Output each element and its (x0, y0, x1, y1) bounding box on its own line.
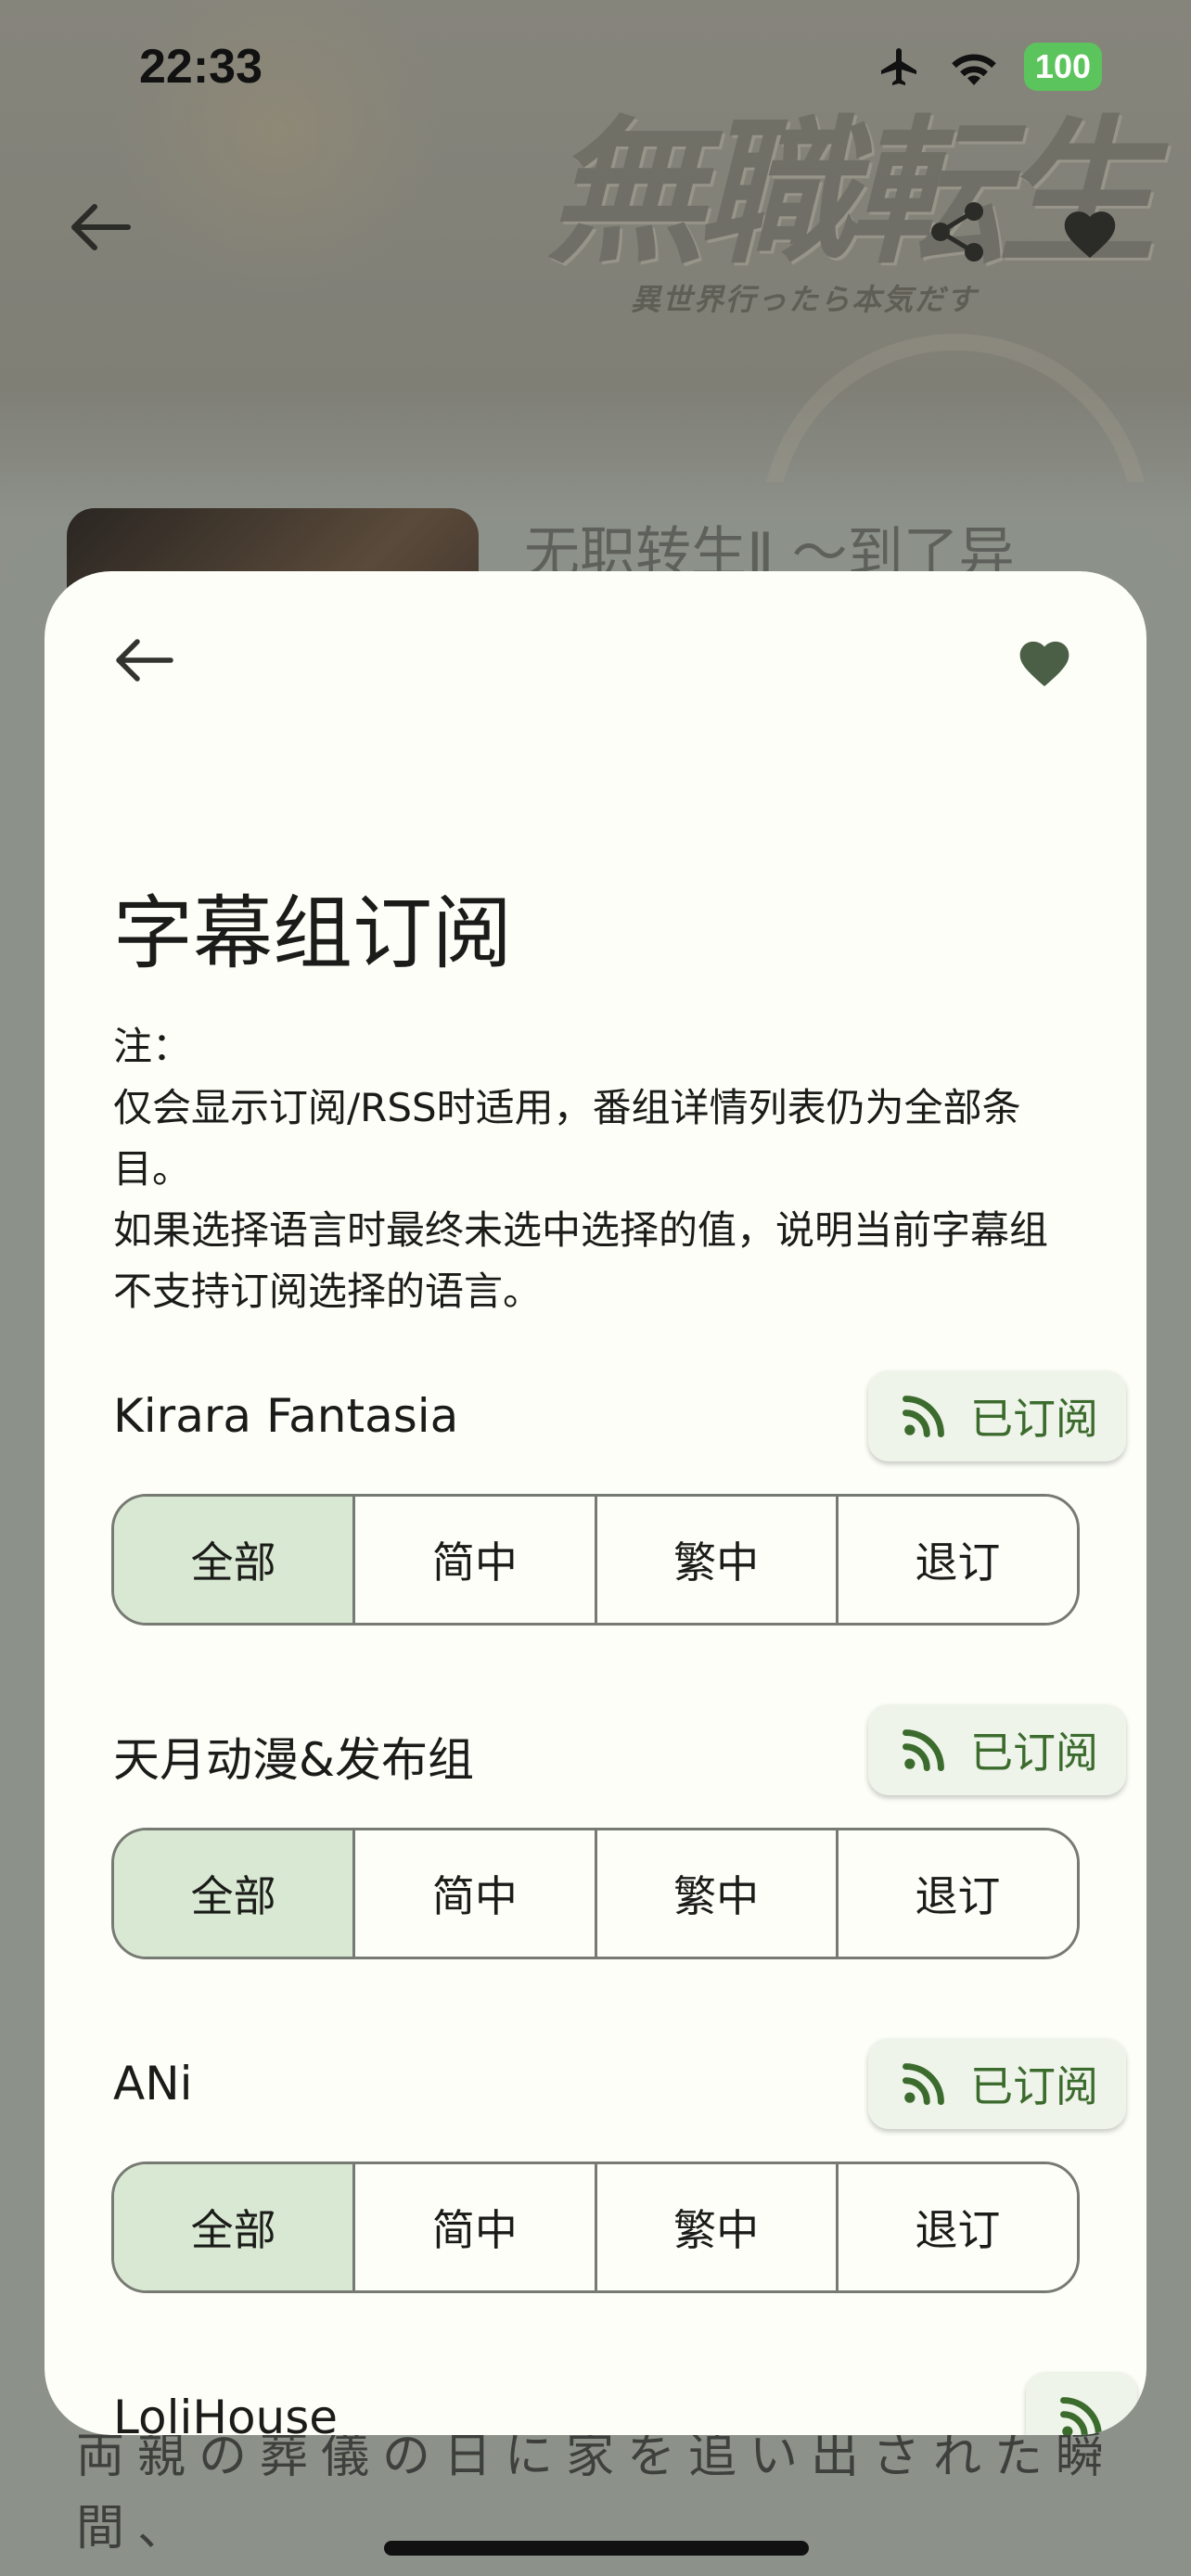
group-header: 天月动漫&发布组 已订阅 (113, 1704, 1126, 1797)
subscribed-label: 已订阅 (970, 2061, 1098, 2111)
rss-icon (1060, 2397, 1102, 2435)
group-header: Kirara Fantasia 已订阅 (113, 1371, 1126, 1463)
group-name: LoliHouse (113, 2391, 339, 2435)
artwork-shape (761, 334, 1150, 482)
segment-all[interactable]: 全部 (114, 2164, 353, 2290)
note-line: 仅会显示订阅/RSS时适用，番组详情列表仍为全部条目。 (113, 1085, 1021, 1192)
language-selector: 全部 简中 繁中 退订 (111, 1494, 1080, 1626)
heart-icon[interactable] (1015, 634, 1074, 688)
segment-all[interactable]: 全部 (114, 1497, 353, 1623)
rss-icon (903, 1729, 944, 1771)
share-icon[interactable] (928, 200, 987, 263)
subscribed-button[interactable]: 已订阅 (868, 2038, 1126, 2129)
note-line: 如果选择语言时最终未选中选择的值，说明当前字幕组不支持订阅选择的语言。 (113, 1207, 1049, 1314)
segment-unsubscribe[interactable]: 退订 (835, 2164, 1077, 2290)
segment-simplified[interactable]: 简中 (352, 2164, 595, 2290)
note-text: 注： 仅会显示订阅/RSS时适用，番组详情列表仍为全部条目。 如果选择语言时最终… (113, 1016, 1078, 1322)
note-line: 注： (113, 1024, 192, 1069)
group-header: ANi 已订阅 (113, 2038, 1126, 2131)
group-name: ANi (113, 2057, 193, 2111)
battery-indicator: 100 (1023, 43, 1102, 91)
home-indicator (384, 2541, 809, 2556)
subscribed-button[interactable]: 已订阅 (868, 1704, 1126, 1795)
airplane-icon (880, 48, 916, 85)
status-time: 22:33 (139, 40, 263, 94)
segment-all[interactable]: 全部 (114, 1830, 353, 1957)
group-header: LoliHouse (113, 2372, 1137, 2435)
wifi-icon (952, 54, 996, 85)
segment-traditional[interactable]: 繁中 (594, 2164, 836, 2290)
heart-icon[interactable] (1059, 204, 1121, 260)
rss-icon (903, 2063, 944, 2105)
back-arrow-icon[interactable] (111, 634, 174, 686)
status-bar: 22:33 100 (0, 0, 1191, 139)
group-name: Kirara Fantasia (113, 1389, 459, 1443)
group-name: 天月动漫&发布组 (113, 1733, 474, 1787)
segment-traditional[interactable]: 繁中 (594, 1830, 836, 1957)
back-arrow-icon[interactable] (67, 199, 132, 255)
subscribe-button[interactable] (1026, 2372, 1137, 2435)
rss-icon (903, 1396, 944, 1437)
segment-simplified[interactable]: 简中 (352, 1497, 595, 1623)
segment-unsubscribe[interactable]: 退订 (835, 1497, 1077, 1623)
language-selector: 全部 简中 繁中 退订 (111, 2162, 1080, 2293)
subscribed-label: 已订阅 (970, 1394, 1098, 1444)
language-selector: 全部 简中 繁中 退订 (111, 1828, 1080, 1959)
segment-traditional[interactable]: 繁中 (594, 1497, 836, 1623)
anime-logo-subtitle: 異世界行ったら本気だす (631, 282, 979, 317)
status-icons: 100 (876, 43, 1102, 91)
subscribed-label: 已订阅 (970, 1728, 1098, 1778)
segment-unsubscribe[interactable]: 退订 (835, 1830, 1077, 1957)
page-title: 字幕组订阅 (113, 887, 512, 980)
subscribed-button[interactable]: 已订阅 (868, 1371, 1126, 1461)
subscription-sheet: 字幕组订阅 注： 仅会显示订阅/RSS时适用，番组详情列表仍为全部条目。 如果选… (45, 571, 1146, 2435)
segment-simplified[interactable]: 简中 (352, 1830, 595, 1957)
